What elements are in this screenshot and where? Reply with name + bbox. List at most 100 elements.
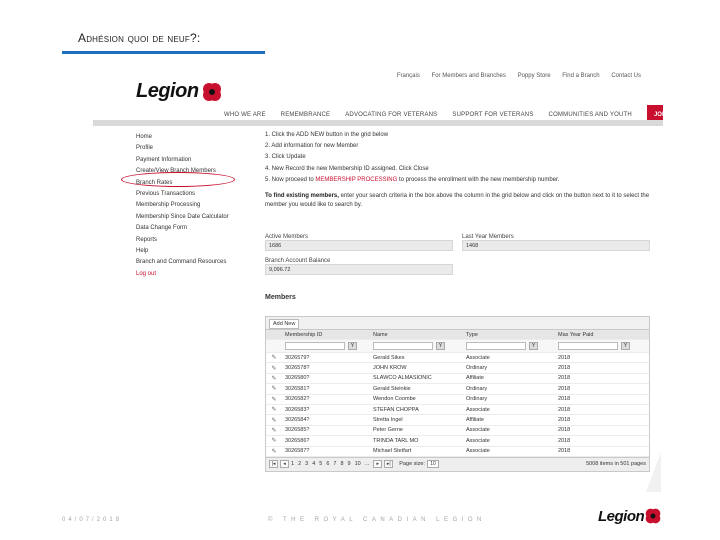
table-row: ✎ 3026578? JOHN KROW Ordinary 2018 [266, 363, 649, 374]
table-row: ✎ 3026586? TRINDA TARL MO Associate 2018 [266, 436, 649, 447]
highlight-circle [121, 172, 235, 187]
poppy-icon [202, 82, 221, 101]
filter-type-input[interactable] [466, 342, 526, 350]
edit-icon[interactable]: ✎ [271, 366, 276, 372]
link-find-branch[interactable]: Find a Branch [562, 73, 599, 79]
link-members-branches[interactable]: For Members and Branches [432, 73, 506, 79]
prev-page-icon[interactable]: ◂ [280, 460, 289, 469]
title-underline [62, 51, 265, 54]
page-link[interactable]: 7 [333, 461, 336, 467]
nav-advocating[interactable]: ADVOCATING FOR VETERANS [345, 112, 437, 118]
table-row: ✎ 3026579? Gerald Sikes Associate 2018 [266, 353, 649, 364]
col-membership-id[interactable]: Membership ID [282, 332, 370, 338]
page-link[interactable]: 5 [319, 461, 322, 467]
table-row: ✎ 3026585? Peter Gerne Associate 2018 [266, 426, 649, 437]
cell-max-year: 2018 [558, 406, 571, 413]
cell-max-year: 2018 [558, 354, 571, 361]
menu-profile[interactable]: Profile [136, 145, 229, 156]
filter-max-year-input[interactable] [558, 342, 618, 350]
cell-max-year: 2018 [558, 427, 571, 434]
nav-who-we-are[interactable]: WHO WE ARE [224, 112, 266, 118]
page-link[interactable]: 6 [326, 461, 329, 467]
cell-name: Gerald Sikes [373, 354, 405, 361]
step-5-tail: to process the enrollment with the new m… [397, 176, 560, 183]
menu-reports[interactable]: Reports [136, 237, 229, 248]
link-contact-us[interactable]: Contact Us [611, 73, 641, 79]
link-francais[interactable]: Français [397, 73, 420, 79]
menu-help[interactable]: Help [136, 248, 229, 259]
next-page-icon[interactable]: ▸ [373, 460, 383, 469]
page-link[interactable]: 10 [355, 461, 361, 467]
cell-type: Associate [466, 427, 490, 434]
filter-icon[interactable]: Y [529, 342, 538, 350]
filter-membership-id-input[interactable] [285, 342, 345, 350]
menu-data-change-form[interactable]: Data Change Form [136, 225, 229, 236]
cell-membership-id: 3026587? [285, 448, 310, 455]
cell-membership-id: 3026579? [285, 354, 310, 361]
cell-membership-id: 3026582? [285, 396, 310, 403]
cell-membership-id: 3026583? [285, 406, 310, 413]
col-max-year[interactable]: Max Year Paid [555, 332, 649, 338]
grid-filter-row: Y Y Y Y [266, 340, 649, 353]
legion-logo[interactable]: Legion [136, 80, 223, 103]
cell-membership-id: 3026586? [285, 437, 310, 444]
menu-home[interactable]: Home [136, 134, 229, 145]
edit-icon[interactable]: ✎ [271, 355, 276, 361]
nav-remembrance[interactable]: REMEMBRANCE [281, 112, 331, 118]
page-size-label: Page size: [399, 461, 425, 468]
menu-since-date-calculator[interactable]: Membership Since Date Calculator [136, 214, 229, 225]
edit-icon[interactable]: ✎ [271, 449, 276, 455]
last-page-icon[interactable]: ▸| [384, 460, 394, 469]
page-link[interactable]: 9 [348, 461, 351, 467]
nav-support[interactable]: SUPPORT FOR VETERANS [452, 112, 533, 118]
page-link[interactable]: 3 [305, 461, 308, 467]
step-2: 2. Add information for new Member [265, 143, 359, 150]
cell-name: SLAWCO ALMASIONIC [373, 375, 432, 382]
cell-max-year: 2018 [558, 385, 571, 392]
edit-icon[interactable]: ✎ [271, 428, 276, 434]
website-screenshot: Français For Members and Branches Poppy … [93, 62, 663, 492]
page-link[interactable]: 4 [312, 461, 315, 467]
edit-icon[interactable]: ✎ [271, 397, 276, 403]
cell-membership-id: 3026581? [285, 385, 310, 392]
grid-pager: |◂ ◂ 1 2 3 4 5 6 7 8 9 10... ▸ ▸| Page size: 10 5… [266, 456, 649, 471]
cell-membership-id: 3026585? [285, 427, 310, 434]
menu-payment-information[interactable]: Payment Information [136, 157, 229, 168]
cell-name: Peter Gerne [373, 427, 403, 434]
edit-icon[interactable]: ✎ [271, 386, 276, 392]
page-link[interactable]: ... [365, 461, 370, 467]
page-link[interactable]: 2 [298, 461, 301, 467]
link-poppy-store[interactable]: Poppy Store [518, 73, 551, 79]
add-new-button[interactable]: Add New [269, 319, 300, 329]
membership-processing-link[interactable]: MEMBERSHIP PROCESSING [315, 177, 397, 183]
branch-balance-value: 9,096.72 [265, 264, 453, 275]
edit-icon[interactable]: ✎ [271, 376, 276, 382]
filter-icon[interactable]: Y [436, 342, 445, 350]
menu-log-out[interactable]: Log out [136, 271, 229, 282]
slide-title: Adhésion quoi de neuf?: [78, 31, 201, 45]
portal-menu: Home Profile Payment Information Create/… [136, 134, 229, 282]
cell-name: JOHN KROW [373, 365, 407, 372]
filter-icon[interactable]: Y [348, 342, 357, 350]
nav-communities[interactable]: COMMUNITIES AND YOUTH [549, 112, 632, 118]
menu-previous-transactions[interactable]: Previous Transactions [136, 191, 229, 202]
filter-name-input[interactable] [373, 342, 433, 350]
menu-membership-processing[interactable]: Membership Processing [136, 202, 229, 213]
page-link[interactable]: 8 [340, 461, 343, 467]
step-5-text: 5. Now proceed to [265, 176, 316, 183]
col-name[interactable]: Name [370, 332, 463, 338]
page-size-select[interactable]: 10 [426, 460, 439, 469]
first-page-icon[interactable]: |◂ [269, 460, 278, 469]
menu-branch-command-resources[interactable]: Branch and Command Resources [136, 259, 229, 270]
cell-max-year: 2018 [558, 417, 571, 424]
branch-balance: Branch Account Balance 9,096.72 [265, 258, 453, 275]
active-members-value: 1686 [265, 240, 453, 251]
edit-icon[interactable]: ✎ [271, 407, 276, 413]
col-type[interactable]: Type [463, 332, 555, 338]
page-link[interactable]: 1 [291, 461, 294, 467]
filter-icon[interactable]: Y [621, 342, 630, 350]
step-5: 5. Now proceed to MEMBERSHIP PROCESSING … [265, 177, 650, 188]
footer-date: 04/07/2018 [62, 517, 123, 523]
edit-icon[interactable]: ✎ [271, 438, 276, 444]
edit-icon[interactable]: ✎ [271, 418, 276, 424]
